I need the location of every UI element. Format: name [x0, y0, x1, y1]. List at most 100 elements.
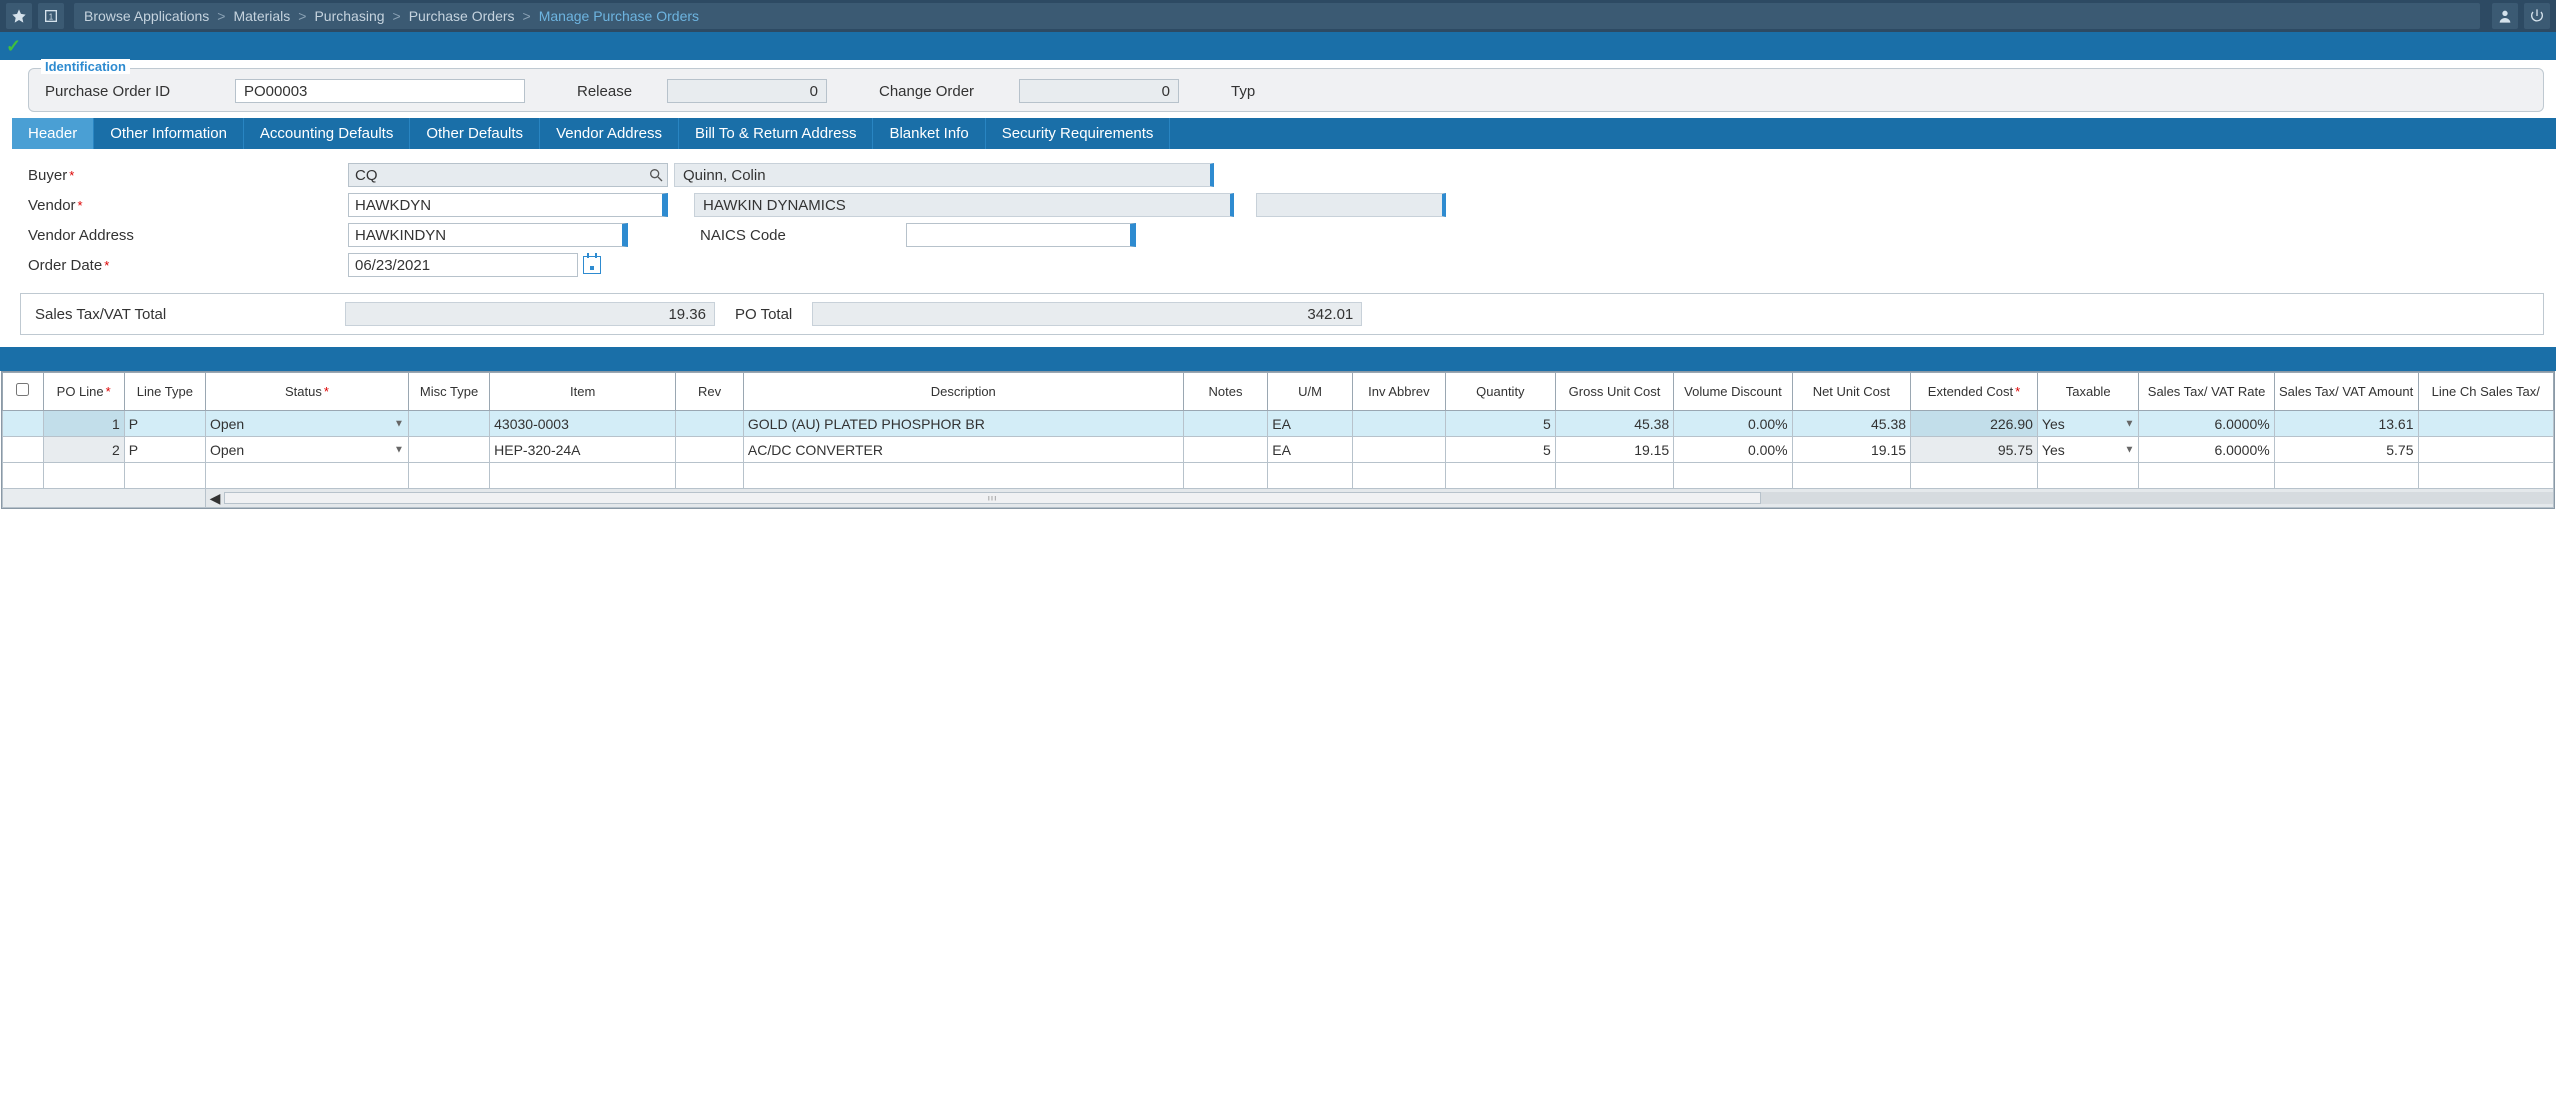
- cell-taxable[interactable]: Yes: [2037, 437, 2138, 463]
- type-label: Typ: [1231, 83, 1261, 100]
- cell-rev[interactable]: [676, 411, 744, 437]
- cell-description[interactable]: AC/DC CONVERTER: [743, 437, 1183, 463]
- cell-extended-cost: 95.75: [1911, 437, 2038, 463]
- cell-po-line[interactable]: 1: [43, 411, 124, 437]
- col-quantity[interactable]: Quantity: [1445, 373, 1555, 411]
- cell-gross-unit-cost[interactable]: 19.15: [1555, 437, 1673, 463]
- col-rev[interactable]: Rev: [676, 373, 744, 411]
- cell-sales-tax-amount[interactable]: 13.61: [2274, 411, 2418, 437]
- col-misc-type[interactable]: Misc Type: [408, 373, 489, 411]
- breadcrumb-item-materials[interactable]: Materials: [233, 8, 290, 24]
- tab-accounting-defaults[interactable]: Accounting Defaults: [244, 118, 410, 149]
- scroll-track[interactable]: ııı: [224, 492, 2553, 504]
- cell-net-unit-cost[interactable]: 19.15: [1792, 437, 1910, 463]
- col-line-type[interactable]: Line Type: [124, 373, 205, 411]
- col-gross-unit-cost[interactable]: Gross Unit Cost: [1555, 373, 1673, 411]
- scroll-thumb[interactable]: ııı: [224, 492, 1761, 504]
- tab-other-defaults[interactable]: Other Defaults: [410, 118, 540, 149]
- po-id-input[interactable]: [244, 83, 516, 100]
- cell-line-type[interactable]: P: [124, 411, 205, 437]
- cell-status[interactable]: Open: [205, 437, 408, 463]
- power-button[interactable]: [2524, 3, 2550, 29]
- col-taxable[interactable]: Taxable: [2037, 373, 2138, 411]
- cell-extended-cost: 226.90: [1911, 411, 2038, 437]
- cell-sales-tax-rate[interactable]: 6.0000%: [2139, 437, 2274, 463]
- cell-sales-tax-rate[interactable]: 6.0000%: [2139, 411, 2274, 437]
- cell-misc-type[interactable]: [408, 411, 489, 437]
- cell-rev[interactable]: [676, 437, 744, 463]
- cell-line-ch[interactable]: [2418, 411, 2554, 437]
- col-um[interactable]: U/M: [1268, 373, 1353, 411]
- col-inv-abbrev[interactable]: Inv Abbrev: [1352, 373, 1445, 411]
- cell-notes[interactable]: [1183, 411, 1268, 437]
- breadcrumb-item-purchasing[interactable]: Purchasing: [314, 8, 384, 24]
- window-icon: 1: [43, 8, 59, 24]
- scroll-left-arrow-icon[interactable]: ◀: [206, 490, 224, 507]
- tab-bill-to-return-address[interactable]: Bill To & Return Address: [679, 118, 873, 149]
- cell-gross-unit-cost[interactable]: 45.38: [1555, 411, 1673, 437]
- cell-inv-abbrev[interactable]: [1352, 437, 1445, 463]
- cell-quantity[interactable]: 5: [1445, 411, 1555, 437]
- col-volume-discount[interactable]: Volume Discount: [1674, 373, 1792, 411]
- star-icon: [11, 8, 27, 24]
- order-date-input[interactable]: [348, 253, 578, 277]
- cell-um[interactable]: EA: [1268, 411, 1353, 437]
- cell-net-unit-cost[interactable]: 45.38: [1792, 411, 1910, 437]
- change-order-value: 0: [1019, 79, 1179, 103]
- vendor-code-input[interactable]: [348, 193, 668, 217]
- cell-volume-discount[interactable]: 0.00%: [1674, 411, 1792, 437]
- chevron-right-icon: >: [217, 8, 225, 24]
- favorite-star-button[interactable]: [6, 3, 32, 29]
- po-id-field[interactable]: [235, 79, 525, 103]
- cell-description[interactable]: GOLD (AU) PLATED PHOSPHOR BR: [743, 411, 1183, 437]
- tab-blanket-info[interactable]: Blanket Info: [873, 118, 985, 149]
- cell-po-line[interactable]: 2: [43, 437, 124, 463]
- col-sales-tax-rate[interactable]: Sales Tax/ VAT Rate: [2139, 373, 2274, 411]
- breadcrumb-root[interactable]: Browse Applications: [84, 8, 209, 24]
- user-button[interactable]: [2492, 3, 2518, 29]
- tab-header[interactable]: Header: [12, 118, 94, 149]
- cell-um[interactable]: EA: [1268, 437, 1353, 463]
- cell-misc-type[interactable]: [408, 437, 489, 463]
- table-row[interactable]: 1 P Open 43030-0003 GOLD (AU) PLATED PHO…: [3, 411, 2554, 437]
- col-line-ch[interactable]: Line Ch Sales Tax/: [2418, 373, 2554, 411]
- cell-notes[interactable]: [1183, 437, 1268, 463]
- breadcrumb-item-purchase-orders[interactable]: Purchase Orders: [409, 8, 515, 24]
- tab-other-information[interactable]: Other Information: [94, 118, 244, 149]
- cell-quantity[interactable]: 5: [1445, 437, 1555, 463]
- tab-vendor-address[interactable]: Vendor Address: [540, 118, 679, 149]
- select-all-checkbox[interactable]: [3, 373, 44, 411]
- row-selector[interactable]: [3, 437, 44, 463]
- cell-sales-tax-amount[interactable]: 5.75: [2274, 437, 2418, 463]
- buyer-code-input[interactable]: [348, 163, 668, 187]
- col-net-unit-cost[interactable]: Net Unit Cost: [1792, 373, 1910, 411]
- breadcrumb: Browse Applications > Materials > Purcha…: [74, 3, 2480, 29]
- cell-volume-discount[interactable]: 0.00%: [1674, 437, 1792, 463]
- vendor-addr-input[interactable]: [348, 223, 628, 247]
- cell-line-ch[interactable]: [2418, 437, 2554, 463]
- grid-hscroll[interactable]: ◀ ııı: [3, 489, 2554, 508]
- cell-inv-abbrev[interactable]: [1352, 411, 1445, 437]
- cell-item[interactable]: HEP-320-24A: [490, 437, 676, 463]
- cell-item[interactable]: 43030-0003: [490, 411, 676, 437]
- row-selector[interactable]: [3, 411, 44, 437]
- window-count-button[interactable]: 1: [38, 3, 64, 29]
- col-item[interactable]: Item: [490, 373, 676, 411]
- table-row[interactable]: 2 P Open HEP-320-24A AC/DC CONVERTER EA …: [3, 437, 2554, 463]
- col-sales-tax-amount[interactable]: Sales Tax/ VAT Amount: [2274, 373, 2418, 411]
- calendar-icon[interactable]: [583, 256, 601, 274]
- po-total-value: 342.01: [812, 302, 1362, 326]
- col-po-line[interactable]: PO Line*: [43, 373, 124, 411]
- change-order-label: Change Order: [879, 83, 1009, 100]
- cell-status[interactable]: Open: [205, 411, 408, 437]
- col-extended-cost[interactable]: Extended Cost*: [1911, 373, 2038, 411]
- col-description[interactable]: Description: [743, 373, 1183, 411]
- tab-security-requirements[interactable]: Security Requirements: [986, 118, 1171, 149]
- cell-line-type[interactable]: P: [124, 437, 205, 463]
- table-row-empty[interactable]: [3, 463, 2554, 489]
- col-status[interactable]: Status*: [205, 373, 408, 411]
- cell-taxable[interactable]: Yes: [2037, 411, 2138, 437]
- naics-input[interactable]: [906, 223, 1136, 247]
- col-notes[interactable]: Notes: [1183, 373, 1268, 411]
- search-icon[interactable]: [648, 167, 664, 183]
